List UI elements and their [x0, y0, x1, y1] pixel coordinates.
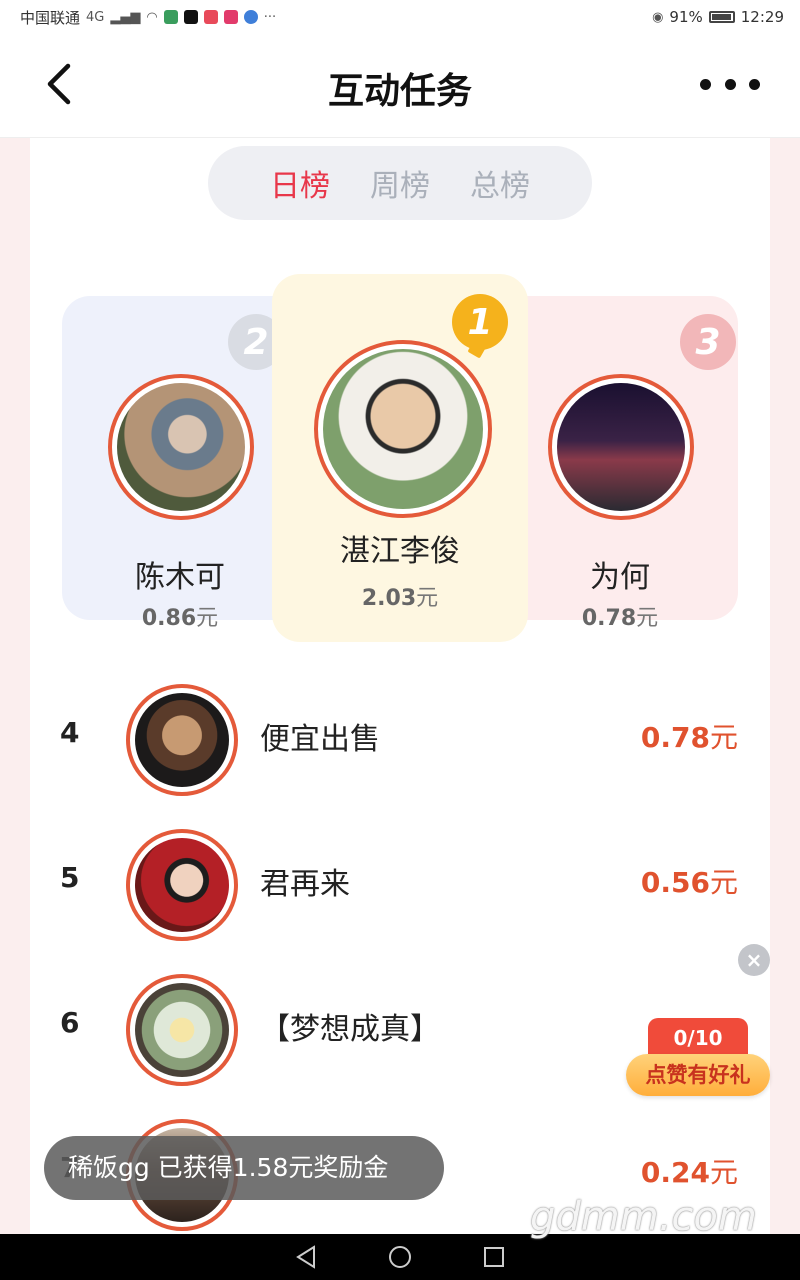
nav-home-button[interactable] [388, 1245, 412, 1269]
reward-toast: 稀饭gg 已获得1.58元奖励金 [44, 1136, 444, 1200]
avatar [108, 374, 254, 520]
eye-icon: ◉ [652, 9, 664, 25]
app-icon-green [163, 10, 178, 24]
square-recents-icon [484, 1247, 504, 1267]
status-right: ◉ 91% 12:29 [652, 8, 784, 26]
tab-daily[interactable]: 日榜 [270, 161, 330, 205]
page-title: 互动任务 [327, 71, 472, 112]
nav-recents-button[interactable] [482, 1245, 506, 1269]
reward-amount: 0.24元 [640, 1156, 738, 1189]
close-gift-button[interactable]: × [738, 944, 770, 976]
podium-name: 为何 [590, 560, 650, 595]
avatar [126, 684, 238, 796]
tab-total[interactable]: 总榜 [470, 161, 530, 205]
tab-weekly[interactable]: 周榜 [370, 161, 430, 205]
dot-icon [700, 78, 711, 90]
more-options-button[interactable] [700, 68, 760, 100]
triangle-back-icon [296, 1245, 315, 1269]
reward-amount: 0.78元 [640, 721, 738, 754]
app-icon-red [203, 10, 218, 24]
circle-home-icon [389, 1246, 411, 1268]
dot-icon [749, 78, 760, 90]
app-icon-pink [223, 10, 238, 24]
tiktok-icon [183, 10, 198, 24]
wifi-icon: ◠ [146, 9, 158, 25]
like-gift-label: 点赞有好礼 [626, 1054, 770, 1096]
app-icon-blue [243, 10, 258, 24]
status-bar: 中国联通 4G ▂▄▆ ◠ ··· ◉ 91% 12:29 [0, 0, 800, 34]
clock: 12:29 [740, 8, 784, 26]
more-notifications-icon: ··· [263, 9, 277, 25]
dot-icon [724, 78, 736, 90]
list-item[interactable]: 4 便宜出售 0.78元 [30, 676, 770, 796]
rank-badge-gold: 1 [452, 294, 508, 350]
like-progress: 0/10 [648, 1018, 748, 1058]
avatar [548, 374, 694, 520]
reward-amount: 0.56元 [640, 866, 738, 899]
carrier-label: 中国联通 [20, 8, 81, 27]
rank-number: 4 [60, 716, 80, 749]
rank-number: 5 [60, 861, 80, 894]
user-name: 【梦想成真】 [260, 1012, 440, 1047]
rank-number: 6 [60, 1006, 80, 1039]
podium-name: 湛江李俊 [340, 534, 460, 569]
app-header: 互动任务 [0, 34, 800, 138]
battery-icon [708, 11, 735, 23]
signal-icon: ▂▄▆ [110, 9, 141, 25]
podium-amount: 0.78元 [581, 606, 659, 631]
status-left: 中国联通 4G ▂▄▆ ◠ ··· [20, 7, 276, 28]
podium-amount: 2.03元 [361, 586, 439, 611]
site-watermark: gdmm.com [530, 1194, 757, 1240]
avatar [314, 340, 492, 518]
battery-percent: 91% [669, 8, 703, 26]
system-nav-bar [0, 1234, 800, 1280]
period-tabs: 日榜 周榜 总榜 [208, 146, 592, 220]
list-item[interactable]: 5 君再来 0.56元 [30, 821, 770, 941]
like-gift-widget[interactable]: 0/10 点赞有好礼 [626, 1018, 770, 1098]
avatar [126, 829, 238, 941]
podium-first[interactable]: 1 湛江李俊 2.03元 [272, 274, 528, 642]
avatar [126, 974, 238, 1086]
user-name: 君再来 [260, 867, 350, 902]
rank-badge-bronze: 3 [680, 314, 736, 370]
nav-back-button[interactable] [294, 1245, 318, 1269]
network-label: 4G [86, 9, 105, 25]
user-name: 便宜出售 [260, 722, 380, 757]
